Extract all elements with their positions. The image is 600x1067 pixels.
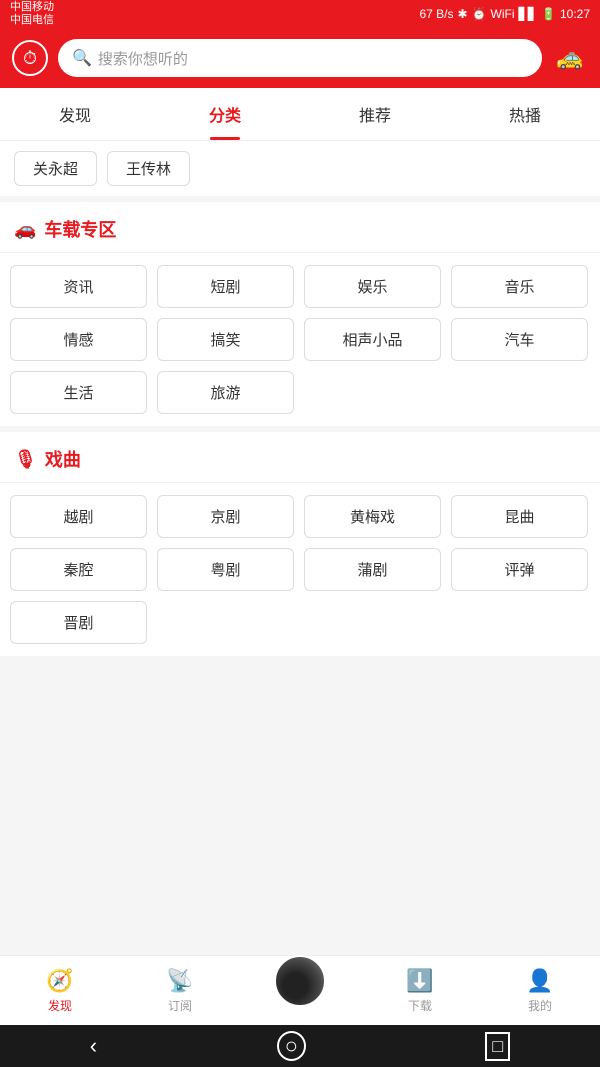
car-tags-grid: 资讯 短剧 娱乐 音乐 情感 搞笑 相声小品 汽车 生活 旅游 bbox=[0, 253, 600, 426]
tag-huangmei[interactable]: 黄梅戏 bbox=[304, 495, 441, 538]
bottom-nav-subscribe[interactable]: 📡 订阅 bbox=[120, 968, 240, 1014]
content-area: 关永超 王传林 🚗 车载专区 资讯 短剧 娱乐 音乐 情感 搞笑 相声小品 汽车… bbox=[0, 141, 600, 955]
section-opera: 🎙 戏曲 越剧 京剧 黄梅戏 昆曲 秦腔 粤剧 蒲剧 评弹 晋剧 bbox=[0, 432, 600, 656]
search-icon: 🔍 bbox=[72, 48, 92, 68]
opera-section-icon: 🎙 bbox=[14, 449, 37, 470]
search-bar[interactable]: 🔍 搜索你想听的 bbox=[58, 39, 542, 77]
person-chip[interactable]: 王传林 bbox=[107, 151, 190, 186]
tag-comedy[interactable]: 搞笑 bbox=[157, 318, 294, 361]
signal-icon: ▋▋ bbox=[519, 7, 537, 21]
wifi-icon: WiFi bbox=[491, 7, 515, 21]
tag-crosstalk[interactable]: 相声小品 bbox=[304, 318, 441, 361]
car-section-icon: 🚗 bbox=[14, 219, 36, 240]
tag-news[interactable]: 资讯 bbox=[10, 265, 147, 308]
tag-travel[interactable]: 旅游 bbox=[157, 371, 294, 414]
tag-jingju[interactable]: 京剧 bbox=[157, 495, 294, 538]
back-button[interactable]: ‹ bbox=[90, 1033, 97, 1059]
bottom-nav-mine[interactable]: 👤 我的 bbox=[480, 968, 600, 1014]
bluetooth-icon: ✱ bbox=[458, 7, 468, 21]
clock-button[interactable]: ⏱ bbox=[12, 40, 48, 76]
section-title-label: 车载专区 bbox=[44, 216, 116, 242]
home-button[interactable]: ○ bbox=[277, 1031, 306, 1061]
tag-jinju[interactable]: 晋剧 bbox=[10, 601, 147, 644]
tag-emotion[interactable]: 情感 bbox=[10, 318, 147, 361]
tag-life[interactable]: 生活 bbox=[10, 371, 147, 414]
tag-entertainment[interactable]: 娱乐 bbox=[304, 265, 441, 308]
search-placeholder: 搜索你想听的 bbox=[98, 48, 188, 69]
section-title-label: 戏曲 bbox=[45, 446, 81, 472]
tab-category[interactable]: 分类 bbox=[150, 88, 300, 140]
download-label: 下载 bbox=[408, 997, 432, 1014]
download-icon: ⬇️ bbox=[406, 968, 433, 994]
recent-button[interactable]: □ bbox=[485, 1032, 510, 1061]
tab-hot[interactable]: 热播 bbox=[450, 88, 600, 140]
network-speed: 67 B/s bbox=[420, 7, 454, 21]
tag-kunqu[interactable]: 昆曲 bbox=[451, 495, 588, 538]
mine-icon: 👤 bbox=[526, 968, 553, 994]
carrier-info: 中国移动 中国电信 bbox=[10, 1, 54, 27]
tab-recommend[interactable]: 推荐 bbox=[300, 88, 450, 140]
bottom-nav: 🧭 发现 📡 订阅 ⬇️ 下载 👤 我的 bbox=[0, 955, 600, 1025]
mine-label: 我的 bbox=[528, 997, 552, 1014]
carrier2: 中国电信 bbox=[10, 14, 54, 27]
carrier1: 中国移动 bbox=[10, 1, 54, 14]
section-car: 🚗 车载专区 资讯 短剧 娱乐 音乐 情感 搞笑 相声小品 汽车 生活 旅游 bbox=[0, 202, 600, 426]
tag-qinqiang[interactable]: 秦腔 bbox=[10, 548, 147, 591]
bottom-nav-player[interactable] bbox=[240, 955, 360, 1007]
person-chip[interactable]: 关永超 bbox=[14, 151, 97, 186]
car-icon: 🚕 bbox=[556, 45, 583, 71]
status-bar: 中国移动 中国电信 67 B/s ✱ ⏰ WiFi ▋▋ 🔋 10:27 bbox=[0, 0, 600, 28]
tag-short-drama[interactable]: 短剧 bbox=[157, 265, 294, 308]
tag-car[interactable]: 汽车 bbox=[451, 318, 588, 361]
tag-yueju[interactable]: 越剧 bbox=[10, 495, 147, 538]
bottom-nav-download[interactable]: ⬇️ 下载 bbox=[360, 968, 480, 1014]
header: ⏱ 🔍 搜索你想听的 🚕 bbox=[0, 28, 600, 88]
nav-tabs: 发现 分类 推荐 热播 bbox=[0, 88, 600, 141]
section-title-car: 🚗 车载专区 bbox=[0, 202, 600, 253]
bottom-nav-discover[interactable]: 🧭 发现 bbox=[0, 968, 120, 1014]
clock-icon: ⏱ bbox=[23, 48, 37, 69]
time: 10:27 bbox=[560, 7, 590, 21]
tag-music[interactable]: 音乐 bbox=[451, 265, 588, 308]
opera-tags-grid: 越剧 京剧 黄梅戏 昆曲 秦腔 粤剧 蒲剧 评弹 晋剧 bbox=[0, 483, 600, 656]
discover-label: 发现 bbox=[48, 997, 72, 1014]
section-title-opera: 🎙 戏曲 bbox=[0, 432, 600, 483]
discover-icon: 🧭 bbox=[46, 968, 73, 994]
status-right: 67 B/s ✱ ⏰ WiFi ▋▋ 🔋 10:27 bbox=[420, 7, 591, 21]
subscribe-label: 订阅 bbox=[168, 997, 192, 1014]
battery-icon: 🔋 bbox=[541, 7, 556, 21]
tag-pingtan[interactable]: 评弹 bbox=[451, 548, 588, 591]
android-nav-bar: ‹ ○ □ bbox=[0, 1025, 600, 1067]
tag-puju[interactable]: 蒲剧 bbox=[304, 548, 441, 591]
tag-yueju2[interactable]: 粤剧 bbox=[157, 548, 294, 591]
subscribe-icon: 📡 bbox=[166, 968, 193, 994]
clock-icon: ⏰ bbox=[472, 7, 487, 21]
tab-discover[interactable]: 发现 bbox=[0, 88, 150, 140]
persons-row: 关永超 王传林 bbox=[0, 141, 600, 202]
car-mode-button[interactable]: 🚕 bbox=[552, 40, 588, 76]
player-avatar bbox=[274, 955, 326, 1007]
